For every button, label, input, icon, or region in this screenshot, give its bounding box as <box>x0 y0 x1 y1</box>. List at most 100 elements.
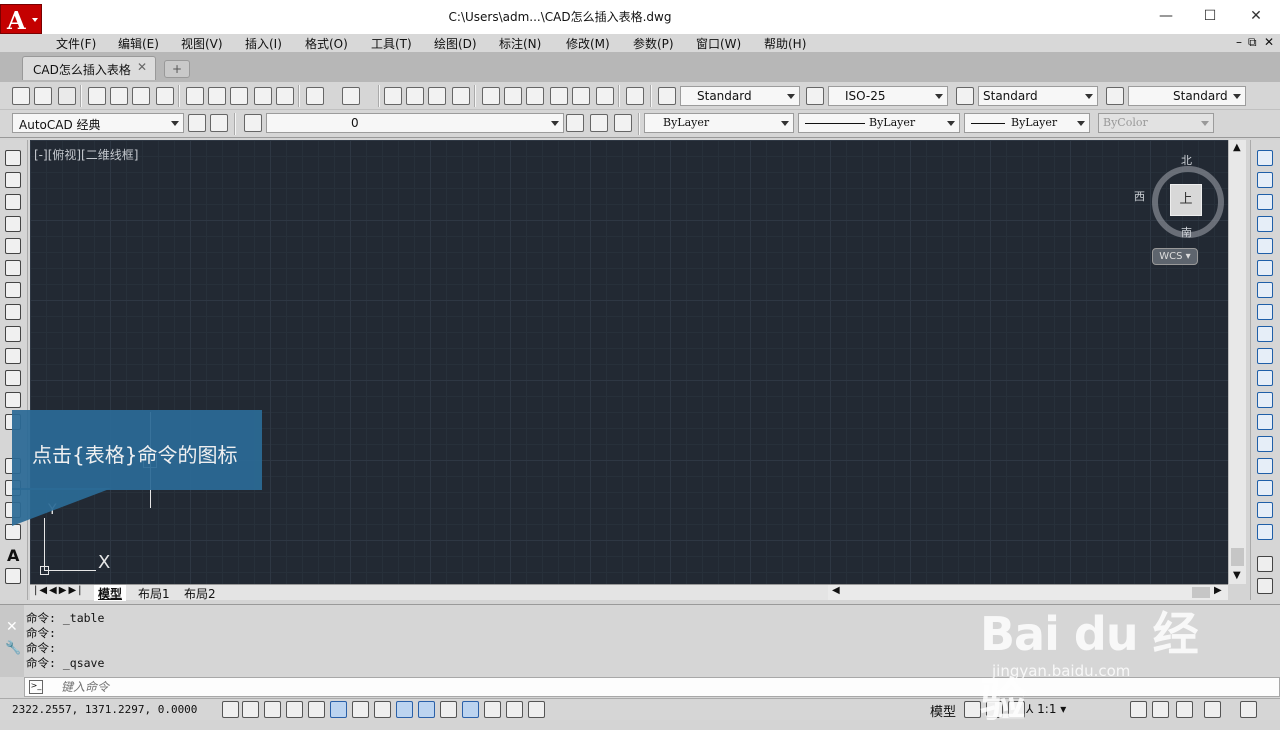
spline-icon[interactable] <box>5 326 21 342</box>
text-style-select[interactable]: Standard <box>680 86 800 106</box>
infer-constraints-icon[interactable] <box>222 701 239 718</box>
menu-dimension[interactable]: 标注(N) <box>499 35 541 52</box>
menu-view[interactable]: 视图(V) <box>181 35 223 52</box>
ortho-mode-icon[interactable] <box>286 701 303 718</box>
selection-cycling-icon[interactable] <box>506 701 523 718</box>
file-tab[interactable]: CAD怎么插入表格 ✕ <box>22 56 156 80</box>
doc-minimize-button[interactable]: – <box>1236 35 1242 49</box>
linetype-select[interactable]: ByLayer <box>798 113 960 133</box>
join-icon[interactable] <box>1257 436 1273 452</box>
tab-model[interactable]: 模型 <box>94 585 127 601</box>
zoom-window-icon[interactable] <box>428 87 446 105</box>
menu-parameters[interactable]: 参数(P) <box>633 35 674 52</box>
minimize-button[interactable]: — <box>1146 4 1186 28</box>
copy-icon[interactable] <box>208 87 226 105</box>
scroll-down-icon[interactable]: ▼ <box>1233 570 1241 581</box>
design-center-icon[interactable] <box>504 87 522 105</box>
layer-previous-icon[interactable] <box>590 114 608 132</box>
menu-tools[interactable]: 工具(T) <box>371 35 412 52</box>
grid-display-icon[interactable] <box>264 701 281 718</box>
move-icon[interactable] <box>1257 260 1273 276</box>
transparency-icon[interactable] <box>462 701 479 718</box>
mirror-icon[interactable] <box>1257 194 1273 210</box>
scroll-right-icon[interactable]: ▶ <box>1214 585 1222 596</box>
explode-icon[interactable] <box>1257 524 1273 540</box>
workspace-select[interactable]: AutoCAD 经典 <box>12 113 184 133</box>
compass-north[interactable]: 北 <box>1181 152 1192 168</box>
lineweight-select[interactable]: ByLayer <box>964 113 1090 133</box>
table-icon[interactable] <box>5 524 21 540</box>
scale-icon[interactable] <box>1257 304 1273 320</box>
viewcube[interactable]: 上 北 南 东 西 WCS ▾ <box>1128 150 1228 270</box>
multiline-text-icon[interactable]: A <box>7 546 23 565</box>
command-prompt-icon[interactable]: >_ <box>29 680 43 694</box>
menu-insert[interactable]: 插入(I) <box>245 35 282 52</box>
wcs-menu-button[interactable]: WCS ▾ <box>1152 248 1198 265</box>
dim-style-select[interactable]: ISO-25 <box>828 86 948 106</box>
layer-state-icon[interactable] <box>614 114 632 132</box>
new-tab-button[interactable]: + <box>164 60 190 78</box>
fillet-icon[interactable] <box>1257 480 1273 496</box>
sheet-set-icon[interactable] <box>550 87 568 105</box>
object-snap-icon[interactable] <box>330 701 347 718</box>
markup-icon[interactable] <box>572 87 590 105</box>
mleader-style-icon[interactable] <box>1106 87 1124 105</box>
table-style-select[interactable]: Standard <box>978 86 1098 106</box>
cut-icon[interactable] <box>186 87 204 105</box>
zoom-realtime-icon[interactable] <box>406 87 424 105</box>
coordinate-readout[interactable]: 2322.2557, 1371.2297, 0.0000 <box>12 703 197 716</box>
text-style-icon[interactable] <box>658 87 676 105</box>
3d-object-snap-icon[interactable] <box>352 701 369 718</box>
rotate-icon[interactable] <box>1257 282 1273 298</box>
zoom-previous-icon[interactable] <box>452 87 470 105</box>
quick-view-layouts-icon[interactable] <box>964 701 981 718</box>
line-icon[interactable] <box>5 150 21 166</box>
new-icon[interactable] <box>12 87 30 105</box>
block-editor-icon[interactable] <box>276 87 294 105</box>
offset-icon[interactable] <box>1257 216 1273 232</box>
menu-help[interactable]: 帮助(H) <box>764 35 806 52</box>
menu-draw[interactable]: 绘图(D) <box>434 35 477 52</box>
doc-close-button[interactable]: ✕ <box>1264 35 1274 49</box>
match-properties-icon[interactable] <box>254 87 272 105</box>
draw-order-icon[interactable] <box>1257 556 1273 572</box>
rectangle-icon[interactable] <box>5 238 21 254</box>
insert-block-icon[interactable] <box>5 392 21 408</box>
polar-tracking-icon[interactable] <box>308 701 325 718</box>
color-select[interactable]: ByLayer <box>644 113 794 133</box>
viewport-controls[interactable]: [-][俯视][二维线框] <box>34 146 138 163</box>
menu-format[interactable]: 格式(O) <box>305 35 348 52</box>
menu-edit[interactable]: 编辑(E) <box>118 35 159 52</box>
annotation-monitor-icon[interactable] <box>528 701 545 718</box>
properties-icon[interactable] <box>482 87 500 105</box>
extend-icon[interactable] <box>1257 370 1273 386</box>
scroll-left-icon[interactable]: ◀ <box>832 585 840 596</box>
copy-object-icon[interactable] <box>1257 172 1273 188</box>
close-button[interactable]: ✕ <box>1236 4 1276 28</box>
command-input[interactable] <box>61 679 961 695</box>
circle-icon[interactable] <box>5 282 21 298</box>
add-selected-icon[interactable] <box>5 568 21 584</box>
vertical-scrollbar[interactable]: ▲ ▼ <box>1228 140 1246 584</box>
paste-icon[interactable] <box>230 87 248 105</box>
save-icon[interactable] <box>58 87 76 105</box>
table-style-icon[interactable] <box>956 87 974 105</box>
polygon-icon[interactable] <box>5 216 21 232</box>
object-snap-tracking-icon[interactable] <box>374 701 391 718</box>
workspace-toolbar-icon[interactable] <box>210 114 228 132</box>
dim-style-icon[interactable] <box>806 87 824 105</box>
dynamic-ucs-icon[interactable] <box>396 701 413 718</box>
model-space-button[interactable]: 模型 <box>930 701 956 720</box>
maximize-button[interactable]: ☐ <box>1190 4 1230 28</box>
ellipse-icon[interactable] <box>5 348 21 364</box>
make-layer-current-icon[interactable] <box>566 114 584 132</box>
open-icon[interactable] <box>34 87 52 105</box>
stretch-icon[interactable] <box>1257 326 1273 342</box>
pan-icon[interactable] <box>384 87 402 105</box>
construction-line-icon[interactable] <box>5 172 21 188</box>
layer-select[interactable]: 0 <box>266 113 564 133</box>
mleader-style-select[interactable]: Standard <box>1128 86 1246 106</box>
break-icon[interactable] <box>1257 414 1273 430</box>
horizontal-scroll-thumb[interactable] <box>1192 587 1210 598</box>
lineweight-toggle-icon[interactable] <box>440 701 457 718</box>
